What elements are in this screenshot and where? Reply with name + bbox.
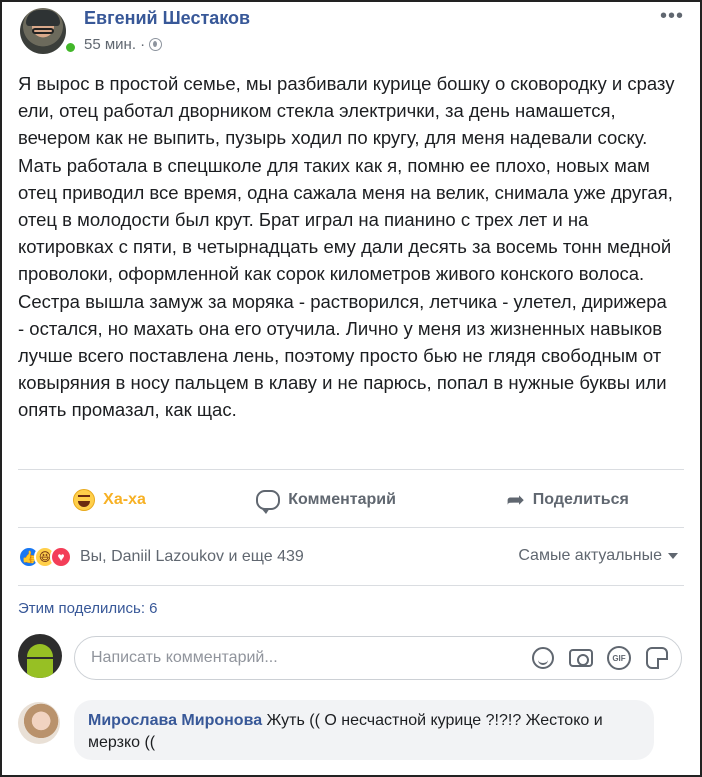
comment-label: Комментарий — [288, 491, 396, 508]
current-user-avatar — [18, 634, 62, 678]
post-time[interactable]: 55 мин. · — [84, 36, 145, 53]
commenter-avatar[interactable] — [18, 702, 60, 744]
love-reaction-icon: ♥ — [50, 546, 72, 568]
camera-icon[interactable] — [569, 646, 593, 670]
author-avatar[interactable] — [20, 8, 77, 58]
cap-shape — [26, 10, 60, 26]
post-text: Я вырос в простой семье, мы разбивали ку… — [18, 73, 675, 421]
shares-count-link[interactable]: Этим поделились: 6 — [18, 600, 158, 617]
gif-icon[interactable]: GIF — [607, 646, 631, 670]
divider — [18, 469, 684, 470]
action-bar: Ха-ха Комментарий ➦ Поделиться — [18, 480, 684, 520]
comment-button[interactable]: Комментарий — [256, 490, 396, 514]
sticker-icon[interactable] — [645, 646, 669, 670]
divider — [18, 527, 684, 528]
online-status-icon — [64, 41, 77, 54]
divider — [18, 585, 684, 586]
comment-icon — [256, 490, 281, 514]
share-button[interactable]: ➦ Поделиться — [506, 487, 628, 513]
share-label: Поделиться — [532, 491, 629, 508]
glasses-shape — [32, 28, 54, 34]
comment-input[interactable]: Написать комментарий... GIF — [74, 636, 682, 680]
post-meta: 55 мин. · — [84, 36, 163, 53]
comment-author[interactable]: Мирослава Миронова — [88, 712, 262, 729]
haha-emoji-icon — [73, 489, 96, 511]
comment-input-tools: GIF — [531, 646, 669, 670]
comment-sort-dropdown[interactable]: Самые актуальные — [518, 547, 678, 565]
more-options-icon[interactable]: ••• — [660, 6, 684, 26]
haha-button[interactable]: Ха-ха — [73, 489, 146, 511]
author-name[interactable]: Евгений Шестаков — [84, 8, 250, 29]
haha-label: Ха-ха — [103, 491, 146, 508]
share-arrow-icon: ➦ — [506, 487, 525, 512]
post-header: Евгений Шестаков 55 мин. · ••• — [18, 6, 684, 58]
comment-placeholder: Написать комментарий... — [91, 649, 278, 666]
post-card: Евгений Шестаков 55 мин. · ••• Я вырос в… — [0, 0, 702, 777]
globe-icon — [149, 38, 163, 51]
comment-bubble: Мирослава Миронова Жуть (( О несчастной … — [74, 700, 654, 760]
sort-label: Самые актуальные — [518, 547, 662, 564]
reactions-summary[interactable]: 👍 😆 ♥ Вы, Daniil Lazoukov и еще 439 — [18, 544, 304, 570]
emoji-icon[interactable] — [531, 646, 555, 670]
reactions-text[interactable]: Вы, Daniil Lazoukov и еще 439 — [80, 548, 304, 566]
caret-down-icon — [668, 553, 678, 559]
android-head-shape — [27, 644, 53, 657]
android-body-shape — [27, 659, 53, 678]
avatar[interactable] — [20, 8, 66, 54]
